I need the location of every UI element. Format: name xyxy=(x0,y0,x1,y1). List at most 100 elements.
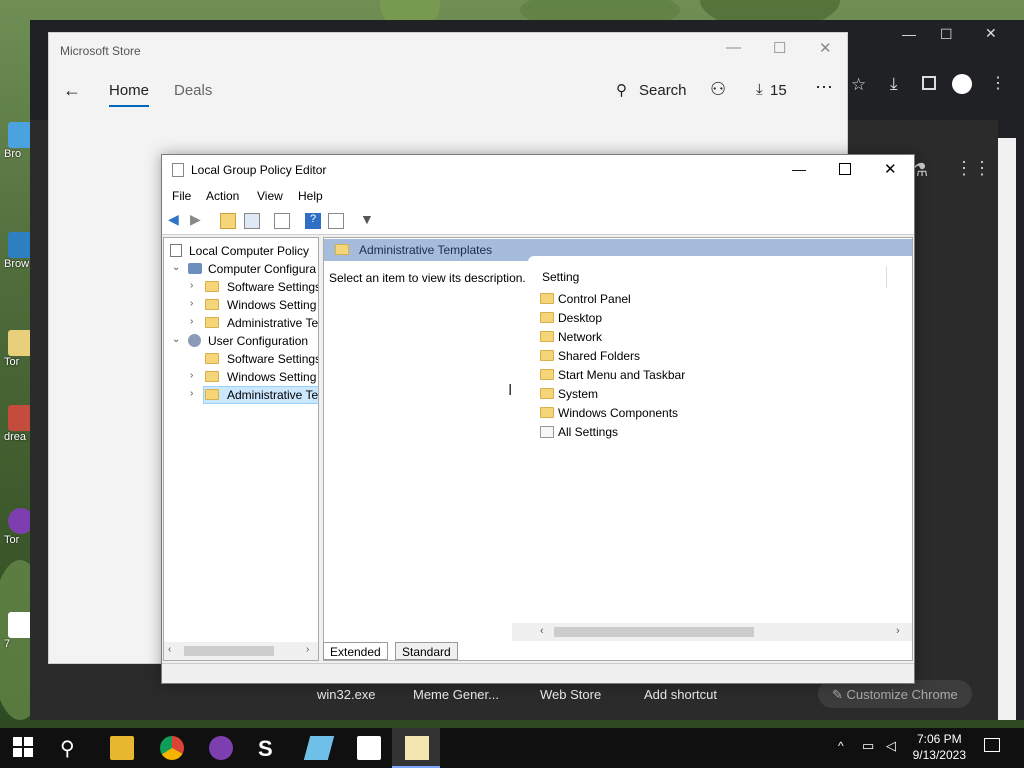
tree-node[interactable]: › Windows Setting xyxy=(188,368,318,386)
search-icon[interactable]: ⚲ xyxy=(60,736,84,760)
menu-file[interactable]: File xyxy=(172,189,191,203)
menu-help[interactable]: Help xyxy=(298,189,323,203)
search-button[interactable]: Search xyxy=(639,82,687,99)
scroll-left-icon[interactable]: ‹ xyxy=(168,644,171,655)
bookmark[interactable]: Meme Gener... xyxy=(413,687,499,702)
folder-icon xyxy=(540,407,554,418)
minimize-icon[interactable]: — xyxy=(726,39,741,56)
close-icon[interactable]: ✕ xyxy=(884,160,897,178)
show-hide-tree-icon[interactable] xyxy=(244,213,260,229)
tab-extended[interactable]: Extended xyxy=(323,642,388,660)
tree-node[interactable]: Software Settings xyxy=(188,350,318,368)
scrollbar[interactable] xyxy=(998,138,1016,720)
properties-icon[interactable] xyxy=(328,213,344,229)
tab-home[interactable]: Home xyxy=(109,82,149,99)
export-list-icon[interactable] xyxy=(274,213,290,229)
column-divider[interactable] xyxy=(886,266,887,288)
folder-icon xyxy=(205,353,219,364)
expander-icon[interactable]: › xyxy=(190,370,202,381)
account-icon[interactable]: ⚇ xyxy=(710,79,726,100)
tree-node-user-configuration[interactable]: ⌄ User Configuration xyxy=(170,332,318,350)
folder-icon xyxy=(335,244,349,255)
scroll-right-icon[interactable]: › xyxy=(896,625,900,637)
section-title: Administrative Templates xyxy=(359,243,493,257)
back-icon[interactable]: ◀ xyxy=(168,211,184,227)
gpedit-window: Local Group Policy Editor — ✕ File Actio… xyxy=(161,154,915,684)
user-icon xyxy=(188,334,201,347)
title-bar: Local Group Policy Editor — ✕ xyxy=(162,155,914,185)
bookmark[interactable]: Web Store xyxy=(540,687,601,702)
expander-icon[interactable]: › xyxy=(190,280,202,291)
volume-icon[interactable]: ◁ xyxy=(886,738,896,754)
tree-node[interactable]: › Windows Setting xyxy=(188,296,318,314)
downloads-count[interactable]: 15 xyxy=(770,82,787,99)
customize-chrome-button[interactable]: ✎ Customize Chrome xyxy=(818,680,972,708)
details-pane: Administrative Templates Select an item … xyxy=(323,237,913,661)
folder-icon xyxy=(540,350,554,361)
gpedit-taskbar-icon[interactable] xyxy=(405,736,429,760)
scroll-right-icon[interactable]: › xyxy=(306,644,309,655)
window-title: Microsoft Store xyxy=(60,44,141,58)
star-icon[interactable]: ☆ xyxy=(851,75,866,95)
tree-node-selected[interactable]: › Administrative Te xyxy=(188,386,318,404)
expander-icon[interactable]: › xyxy=(190,388,202,399)
close-icon[interactable]: ✕ xyxy=(819,39,832,57)
start-icon[interactable] xyxy=(12,736,36,760)
expander-icon[interactable]: › xyxy=(190,298,202,309)
more-icon[interactable]: ⋯ xyxy=(815,77,833,98)
tree-node-computer-configuration[interactable]: ⌄ Computer Configura xyxy=(170,260,318,278)
tree-node[interactable]: › Software Settings xyxy=(188,278,318,296)
help-icon[interactable]: ? xyxy=(305,213,321,229)
up-folder-icon[interactable] xyxy=(220,213,236,229)
bookmark[interactable]: Add shortcut xyxy=(644,687,717,702)
window-title: Local Group Policy Editor xyxy=(191,163,327,177)
tab-deals[interactable]: Deals xyxy=(174,82,212,99)
tab-standard[interactable]: Standard xyxy=(395,642,458,660)
store-icon[interactable] xyxy=(357,736,381,760)
sidebar-icon[interactable] xyxy=(922,76,936,90)
network-icon[interactable]: ▭ xyxy=(862,738,874,754)
maximize-icon[interactable]: ☐ xyxy=(940,26,953,43)
scroll-left-icon[interactable]: ‹ xyxy=(540,625,544,637)
menu-action[interactable]: Action xyxy=(206,189,239,203)
minimize-icon[interactable]: — xyxy=(792,161,806,177)
notifications-icon[interactable] xyxy=(984,738,1000,752)
menu-icon[interactable]: ⋮ xyxy=(990,73,1006,93)
tree-node-local-computer-policy[interactable]: Local Computer Policy xyxy=(166,242,318,260)
chevron-up-icon[interactable]: ^ xyxy=(838,739,844,753)
horizontal-scrollbar[interactable]: ‹ › xyxy=(164,642,318,660)
forward-icon[interactable]: ▶ xyxy=(190,211,206,227)
back-arrow-icon[interactable]: ← xyxy=(63,80,81,101)
expander-icon[interactable]: ⌄ xyxy=(172,262,184,273)
store-nav: ← Home Deals ⚲ Search ⚇ ⤓ 15 ⋯ xyxy=(49,77,847,119)
bookmarks-bar: win32.exe Meme Gener... Web Store Add sh… xyxy=(290,680,990,710)
description-text: Select an item to view its description. xyxy=(329,271,526,285)
close-icon[interactable]: ✕ xyxy=(985,25,997,42)
download-icon[interactable]: ⤓ xyxy=(756,81,763,98)
filter-icon[interactable]: ▼ xyxy=(360,211,376,227)
app-icon[interactable] xyxy=(303,736,335,760)
avatar[interactable] xyxy=(952,74,972,94)
column-header-setting[interactable]: Setting xyxy=(542,270,579,284)
folder-icon xyxy=(540,388,554,399)
expander-icon[interactable]: ⌄ xyxy=(172,334,184,345)
minimize-icon[interactable]: — xyxy=(902,26,916,42)
scroll-thumb[interactable] xyxy=(554,627,754,637)
expander-icon[interactable]: › xyxy=(190,316,202,327)
bookmark[interactable]: win32.exe xyxy=(317,687,376,702)
file-explorer-icon[interactable] xyxy=(110,736,134,760)
scroll-thumb[interactable] xyxy=(184,646,274,656)
horizontal-scrollbar[interactable]: ‹ › xyxy=(512,623,912,641)
maximize-icon[interactable]: ☐ xyxy=(773,39,786,57)
time: 7:06 PM xyxy=(916,732,962,746)
menu-view[interactable]: View xyxy=(257,189,283,203)
maximize-icon[interactable] xyxy=(839,163,851,175)
folder-icon xyxy=(540,293,554,304)
chrome-icon[interactable] xyxy=(160,736,184,760)
clock[interactable]: 7:06 PM 9/13/2023 xyxy=(913,731,966,763)
tree-node[interactable]: › Administrative Te xyxy=(188,314,318,332)
tor-browser-icon[interactable] xyxy=(209,736,233,760)
search-icon[interactable]: ⚲ xyxy=(616,81,627,99)
s-app-icon[interactable]: S xyxy=(258,736,282,761)
download-icon[interactable]: ⤓ xyxy=(890,74,898,94)
